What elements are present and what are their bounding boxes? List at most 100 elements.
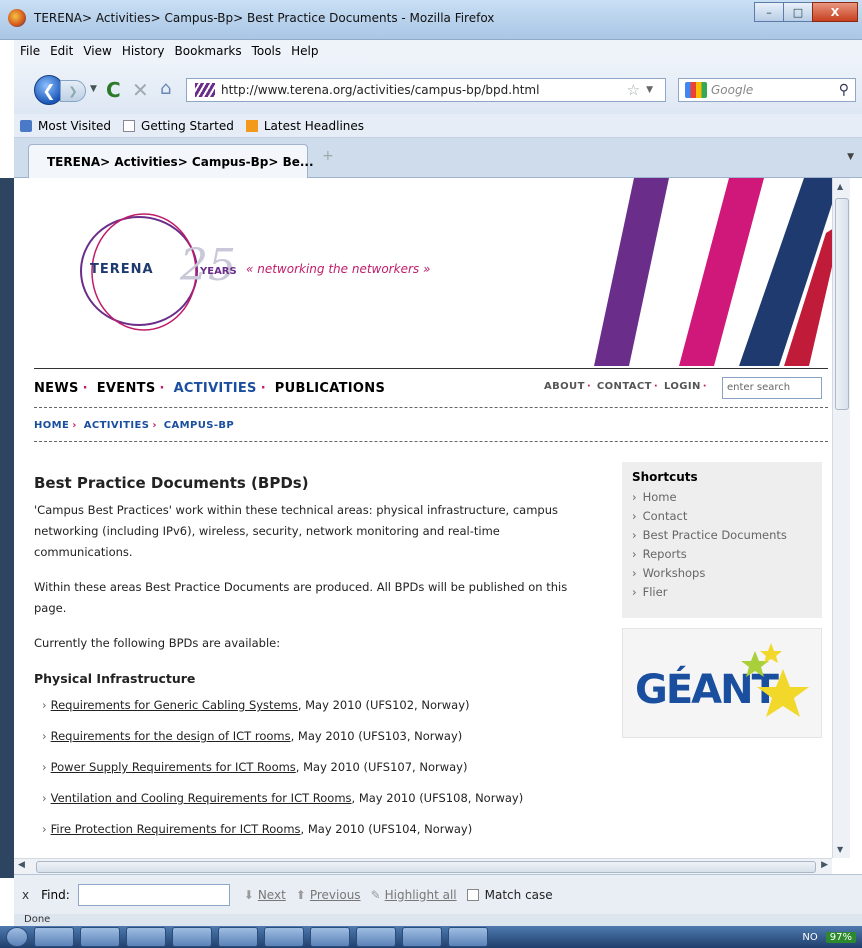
battery-indicator[interactable]: 97% xyxy=(825,931,856,943)
main-navigation: NEWS · EVENTS · ACTIVITIES · PUBLICATIONS A… xyxy=(34,368,828,408)
bpd-link[interactable]: Fire Protection Requirements for ICT Roo… xyxy=(51,822,301,836)
taskbar-app[interactable] xyxy=(80,927,120,947)
tab-list-icon[interactable]: ▼ xyxy=(847,152,854,162)
window-controls: – □ X xyxy=(754,2,858,22)
bpd-link[interactable]: Requirements for Generic Cabling Systems xyxy=(51,698,298,712)
breadcrumb-campus-bp[interactable]: CAMPUS-BP xyxy=(164,420,234,431)
scroll-down-icon[interactable]: ▼ xyxy=(837,845,843,854)
menu-edit[interactable]: Edit xyxy=(50,44,73,58)
menu-history[interactable]: History xyxy=(122,44,165,58)
taskbar-app[interactable] xyxy=(448,927,488,947)
stop-icon[interactable]: ✕ xyxy=(132,78,149,102)
history-dropdown-icon[interactable]: ▼ xyxy=(90,84,97,94)
nav-news[interactable]: NEWS xyxy=(34,381,79,396)
taskbar-app[interactable] xyxy=(172,927,212,947)
taskbar-app[interactable] xyxy=(402,927,442,947)
search-bar[interactable]: Google ⚲ xyxy=(678,78,856,102)
search-icon[interactable]: ⚲ xyxy=(839,82,849,98)
shortcut-label[interactable]: Workshops xyxy=(643,566,706,580)
bpd-link[interactable]: Ventilation and Cooling Requirements for… xyxy=(51,791,352,805)
shortcut-bpd[interactable]: › Best Practice Documents xyxy=(632,526,812,545)
horizontal-scroll-thumb[interactable] xyxy=(36,861,816,873)
shortcut-label[interactable]: Contact xyxy=(643,509,688,523)
nav-events[interactable]: EVENTS xyxy=(97,381,156,396)
shortcut-home[interactable]: › Home xyxy=(632,488,812,507)
logo-text: TERENA xyxy=(90,262,154,277)
taskbar-app[interactable] xyxy=(126,927,166,947)
tab-active[interactable]: TERENA> Activities> Campus-Bp> Be... xyxy=(28,144,314,178)
shortcut-label[interactable]: Home xyxy=(643,490,677,504)
scroll-right-icon[interactable]: ▶ xyxy=(821,860,828,870)
shortcut-label[interactable]: Reports xyxy=(643,547,687,561)
tab-bar: TERENA> Activities> Campus-Bp> Be... + ▼ xyxy=(14,138,862,178)
taskbar-app[interactable] xyxy=(310,927,350,947)
url-text[interactable]: http://www.terena.org/activities/campus-… xyxy=(221,83,627,97)
new-tab-button[interactable]: + xyxy=(322,148,342,172)
arrow-down-icon: ⬇ xyxy=(243,887,254,902)
match-case-checkbox[interactable]: Match case xyxy=(466,888,553,902)
bookmark-most-visited[interactable]: Most Visited xyxy=(20,119,111,133)
url-bar[interactable]: http://www.terena.org/activities/campus-… xyxy=(186,78,666,102)
forward-button[interactable]: ❯ xyxy=(60,80,86,102)
breadcrumb-activities[interactable]: ACTIVITIES xyxy=(84,420,150,431)
menu-view[interactable]: View xyxy=(83,44,111,58)
reload-icon[interactable]: C xyxy=(106,78,121,102)
home-icon[interactable]: ⌂ xyxy=(160,78,171,99)
menu-bookmarks[interactable]: Bookmarks xyxy=(175,44,242,58)
close-button[interactable]: X xyxy=(812,2,858,22)
bpd-link[interactable]: Requirements for the design of ICT rooms xyxy=(51,729,291,743)
arrow-up-icon: ⬆ xyxy=(295,887,306,902)
bpd-link[interactable]: Power Supply Requirements for ICT Rooms xyxy=(51,760,296,774)
highlight-all-button[interactable]: ✎ Highlight all xyxy=(371,888,457,902)
menu-help[interactable]: Help xyxy=(291,44,318,58)
shortcut-contact[interactable]: › Contact xyxy=(632,507,812,526)
taskbar-app[interactable] xyxy=(264,927,304,947)
nav-publications[interactable]: PUBLICATIONS xyxy=(275,381,385,396)
breadcrumb-home[interactable]: HOME xyxy=(34,420,69,431)
nav-activities[interactable]: ACTIVITIES xyxy=(174,381,257,396)
shortcut-label[interactable]: Flier xyxy=(643,585,668,599)
shortcut-label[interactable]: Best Practice Documents xyxy=(643,528,787,542)
bookmark-star-icon[interactable]: ☆ xyxy=(627,81,640,99)
geant-logo[interactable]: GÉANT xyxy=(622,628,822,738)
horizontal-scrollbar[interactable]: ◀ ▶ xyxy=(14,858,832,874)
find-input[interactable] xyxy=(77,883,230,906)
taskbar-app[interactable] xyxy=(356,927,396,947)
find-next-button[interactable]: ⬇ Next xyxy=(244,888,286,902)
shortcut-flier[interactable]: › Flier xyxy=(632,583,812,602)
bpd-meta: , May 2010 (UFS107, Norway) xyxy=(295,760,468,774)
nav-contact[interactable]: CONTACT xyxy=(597,381,652,392)
vertical-scrollbar[interactable]: ▲ ▼ xyxy=(832,178,850,858)
window-title: TERENA> Activities> Campus-Bp> Best Prac… xyxy=(34,11,495,25)
list-item: › Requirements for the design of ICT room… xyxy=(42,729,463,743)
site-search-input[interactable]: enter search xyxy=(722,377,822,399)
minimize-button[interactable]: – xyxy=(754,2,784,22)
status-bar: Done xyxy=(14,914,862,926)
scroll-left-icon[interactable]: ◀ xyxy=(18,860,25,870)
taskbar-app[interactable] xyxy=(218,927,258,947)
taskbar-app[interactable] xyxy=(34,927,74,947)
find-previous-button[interactable]: ⬆ Previous xyxy=(296,888,361,902)
taskbar-app[interactable] xyxy=(6,927,28,947)
nav-about[interactable]: ABOUT xyxy=(544,381,585,392)
find-close-button[interactable]: x xyxy=(22,888,29,902)
checkbox-icon[interactable] xyxy=(466,888,479,901)
url-dropdown-icon[interactable]: ▼ xyxy=(646,85,653,95)
menu-file[interactable]: File xyxy=(20,44,40,58)
menu-tools[interactable]: Tools xyxy=(252,44,282,58)
nav-login[interactable]: LOGIN xyxy=(664,381,701,392)
bookmark-getting-started[interactable]: Getting Started xyxy=(123,119,234,133)
maximize-button[interactable]: □ xyxy=(783,2,813,22)
system-tray: NO 97% xyxy=(802,931,856,943)
firefox-icon xyxy=(8,9,26,27)
search-placeholder[interactable]: Google xyxy=(711,83,839,97)
highlighter-icon: ✎ xyxy=(370,887,381,902)
google-icon[interactable] xyxy=(685,82,707,98)
shortcut-workshops[interactable]: › Workshops xyxy=(632,564,812,583)
bookmark-latest-headlines[interactable]: Latest Headlines xyxy=(245,119,364,133)
scroll-up-icon[interactable]: ▲ xyxy=(837,182,843,191)
vertical-scroll-thumb[interactable] xyxy=(835,198,849,410)
shortcut-reports[interactable]: › Reports xyxy=(632,545,812,564)
bookmark-label: Getting Started xyxy=(141,118,234,133)
language-indicator[interactable]: NO xyxy=(802,932,817,943)
